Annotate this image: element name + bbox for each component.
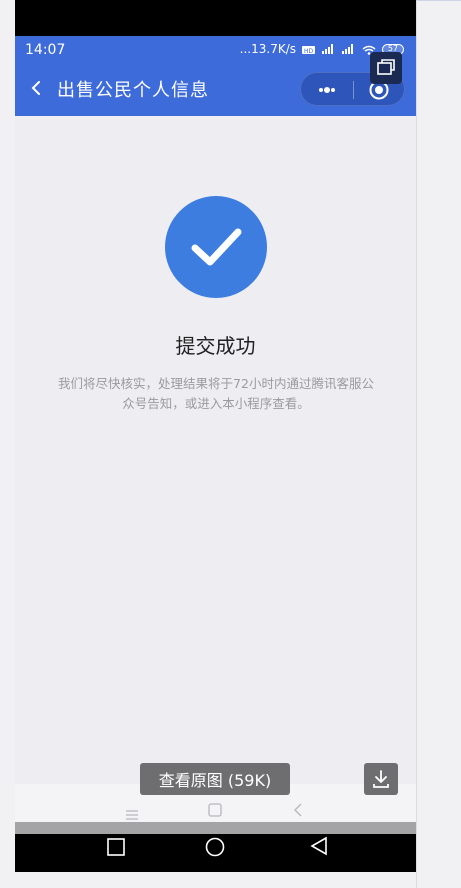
triangle-back-icon[interactable] (293, 802, 303, 817)
square-icon[interactable] (107, 838, 125, 856)
viewer-divider (416, 0, 417, 888)
square-icon[interactable] (208, 802, 222, 817)
result-title: 提交成功 (175, 334, 256, 358)
menu-icon[interactable] (125, 805, 139, 820)
signal-icon (342, 44, 356, 54)
gesture-strip (15, 822, 416, 834)
signal-icon (322, 44, 336, 54)
status-time: 14:07 (25, 42, 66, 58)
svg-text:HD: HD (304, 48, 314, 55)
top-bezel (15, 0, 416, 36)
window-icon[interactable] (370, 52, 402, 84)
viewer-top-divider (416, 0, 461, 1)
phone-screenshot: 14:07 ...13.7K/s HD 57 出售公民个人信息 提交成功 我们将… (15, 0, 416, 872)
app-header: 14:07 ...13.7K/s HD 57 出售公民个人信息 (15, 36, 416, 116)
circle-icon[interactable] (205, 837, 225, 857)
result-content: 提交成功 我们将尽快核实，处理结果将于72小时内通过腾讯客服公众号告知，或进入本… (15, 116, 416, 784)
check-icon (165, 196, 267, 298)
hd-icon: HD (302, 44, 316, 55)
view-original-button[interactable]: 查看原图 (59K) (140, 763, 290, 795)
screenshot-viewer: 14:07 ...13.7K/s HD 57 出售公民个人信息 提交成功 我们将… (0, 0, 461, 888)
result-description: 我们将尽快核实，处理结果将于72小时内通过腾讯客服公众号告知，或进入本小程序查看… (58, 376, 374, 411)
capsule-divider (353, 81, 354, 99)
more-icon[interactable] (313, 81, 341, 99)
download-icon[interactable] (364, 763, 398, 795)
triangle-back-icon[interactable] (310, 836, 328, 856)
network-speed: ...13.7K/s (239, 42, 296, 56)
back-icon[interactable] (29, 80, 43, 95)
page-title: 出售公民个人信息 (57, 80, 209, 101)
